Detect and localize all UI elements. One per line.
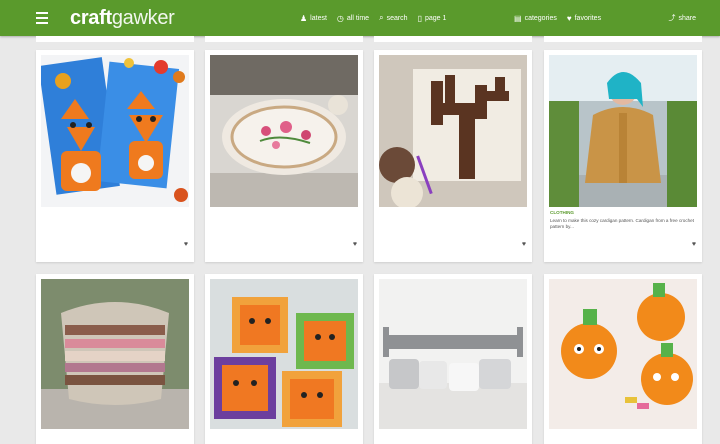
card-meta: ​​ ♥ bbox=[380, 210, 526, 248]
nav-all-time[interactable]: ◷ all time bbox=[337, 14, 369, 23]
project-card[interactable]: ​​ ♥ bbox=[36, 50, 194, 262]
card-meta: ​​ ♥ bbox=[211, 210, 357, 248]
project-card[interactable]: ​​ ♥ bbox=[205, 50, 363, 262]
search-icon: ⌕ bbox=[379, 13, 384, 22]
nav-page[interactable]: ▯ page 1 bbox=[418, 14, 447, 23]
nav-search-label: search bbox=[386, 14, 408, 22]
project-card[interactable] bbox=[205, 274, 363, 444]
logo-bold-text: craft bbox=[70, 6, 112, 29]
person-icon: ♟ bbox=[300, 13, 308, 23]
card-description bbox=[211, 218, 357, 237]
heart-icon: ♥ bbox=[566, 13, 572, 23]
card-strip bbox=[36, 36, 194, 42]
project-image-tree-afghan[interactable] bbox=[379, 55, 527, 207]
heart-icon[interactable]: ♥ bbox=[353, 241, 357, 248]
project-card[interactable]: ​​ ♥ bbox=[374, 50, 532, 262]
nav-secondary: ▤ categories ♥ favorites bbox=[514, 0, 601, 36]
project-image-pumpkin-favors[interactable] bbox=[549, 279, 697, 429]
project-image-embroidery[interactable] bbox=[210, 55, 358, 207]
card-meta: CLOTHING Learn to make this cozy cardiga… bbox=[550, 210, 696, 248]
card-description bbox=[42, 218, 188, 237]
card-description: Learn to make this cozy cardigan pattern… bbox=[550, 218, 695, 230]
project-card[interactable] bbox=[374, 274, 532, 444]
card-strip bbox=[374, 36, 532, 42]
nav-categories-label: categories bbox=[524, 14, 557, 22]
logo[interactable]: craftgawker bbox=[70, 7, 175, 30]
project-image-fox-craft[interactable] bbox=[41, 55, 189, 207]
nav-latest-label: latest bbox=[310, 14, 327, 22]
categories-icon: ▤ bbox=[514, 13, 522, 23]
project-image-pumpkin-squares[interactable] bbox=[210, 279, 358, 429]
nav-primary: ♟ latest ◷ all time ⌕ search ▯ page 1 bbox=[300, 0, 446, 36]
nav-search[interactable]: ⌕ search bbox=[379, 13, 408, 23]
card-category: CLOTHING bbox=[550, 210, 574, 215]
card-description bbox=[380, 218, 526, 237]
card-meta: ​​ ♥ bbox=[42, 210, 188, 248]
page-icon: ▯ bbox=[417, 13, 422, 23]
share-icon: ⤴ bbox=[668, 15, 676, 22]
project-image-cardigan[interactable] bbox=[549, 55, 697, 207]
card-strip bbox=[205, 36, 363, 42]
share-label: share bbox=[678, 14, 696, 22]
logo-light-text: gawker bbox=[111, 6, 175, 29]
nav-favorites[interactable]: ♥ favorites bbox=[567, 14, 601, 23]
heart-icon[interactable]: ♥ bbox=[184, 241, 188, 248]
card-strip bbox=[544, 36, 702, 42]
heart-icon[interactable]: ♥ bbox=[692, 241, 696, 248]
project-image-pillows[interactable] bbox=[379, 279, 527, 429]
menu-icon[interactable] bbox=[36, 7, 58, 29]
nav-categories[interactable]: ▤ categories bbox=[514, 14, 557, 23]
project-card[interactable] bbox=[36, 274, 194, 444]
heart-icon[interactable]: ♥ bbox=[522, 241, 526, 248]
nav-page-label: page 1 bbox=[424, 14, 447, 22]
share-button[interactable]: ⤴ share bbox=[668, 0, 696, 36]
project-card[interactable]: CLOTHING Learn to make this cozy cardiga… bbox=[544, 50, 702, 262]
nav-all-time-label: all time bbox=[346, 14, 370, 22]
nav-latest[interactable]: ♟ latest bbox=[300, 14, 327, 23]
nav-favorites-label: favorites bbox=[574, 14, 602, 22]
project-card[interactable] bbox=[544, 274, 702, 444]
clock-icon: ◷ bbox=[336, 13, 344, 23]
project-image-basket[interactable] bbox=[41, 279, 189, 429]
